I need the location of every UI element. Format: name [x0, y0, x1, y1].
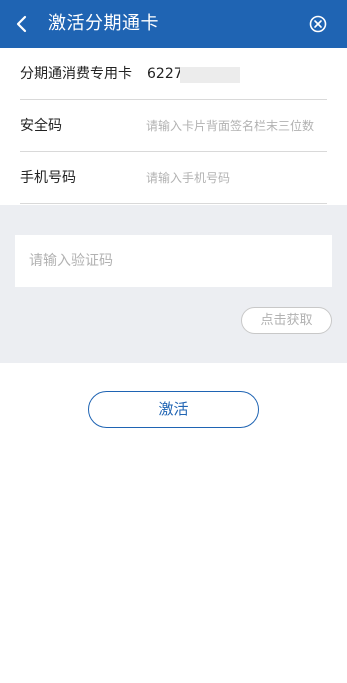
app-screen: 激活分期通卡 分期通消费专用卡 6227 安全码 手机号码 点击获取 激活: [0, 0, 347, 683]
phone-input[interactable]: [146, 166, 328, 190]
card-form: 分期通消费专用卡 6227 安全码 手机号码: [0, 48, 347, 204]
activate-button[interactable]: 激活: [88, 391, 259, 428]
card-number-label: 分期通消费专用卡: [20, 66, 132, 82]
verification-section: 点击获取: [0, 205, 347, 363]
card-number-mask: [180, 67, 240, 83]
back-button[interactable]: [10, 12, 34, 36]
security-code-input[interactable]: [146, 114, 328, 138]
chevron-left-icon: [16, 15, 27, 33]
close-button[interactable]: [309, 15, 327, 33]
phone-row: 手机号码: [20, 152, 328, 204]
verification-code-input[interactable]: [15, 235, 332, 287]
security-code-label: 安全码: [20, 118, 62, 134]
header-bar: 激活分期通卡: [0, 0, 347, 48]
page-title: 激活分期通卡: [48, 13, 159, 34]
close-circle-icon: [309, 15, 327, 33]
get-code-button[interactable]: 点击获取: [241, 307, 332, 334]
security-code-row: 安全码: [20, 100, 328, 152]
card-number-row: 分期通消费专用卡 6227: [20, 48, 327, 100]
phone-label: 手机号码: [20, 170, 76, 186]
card-number-value: 6227: [147, 66, 183, 82]
